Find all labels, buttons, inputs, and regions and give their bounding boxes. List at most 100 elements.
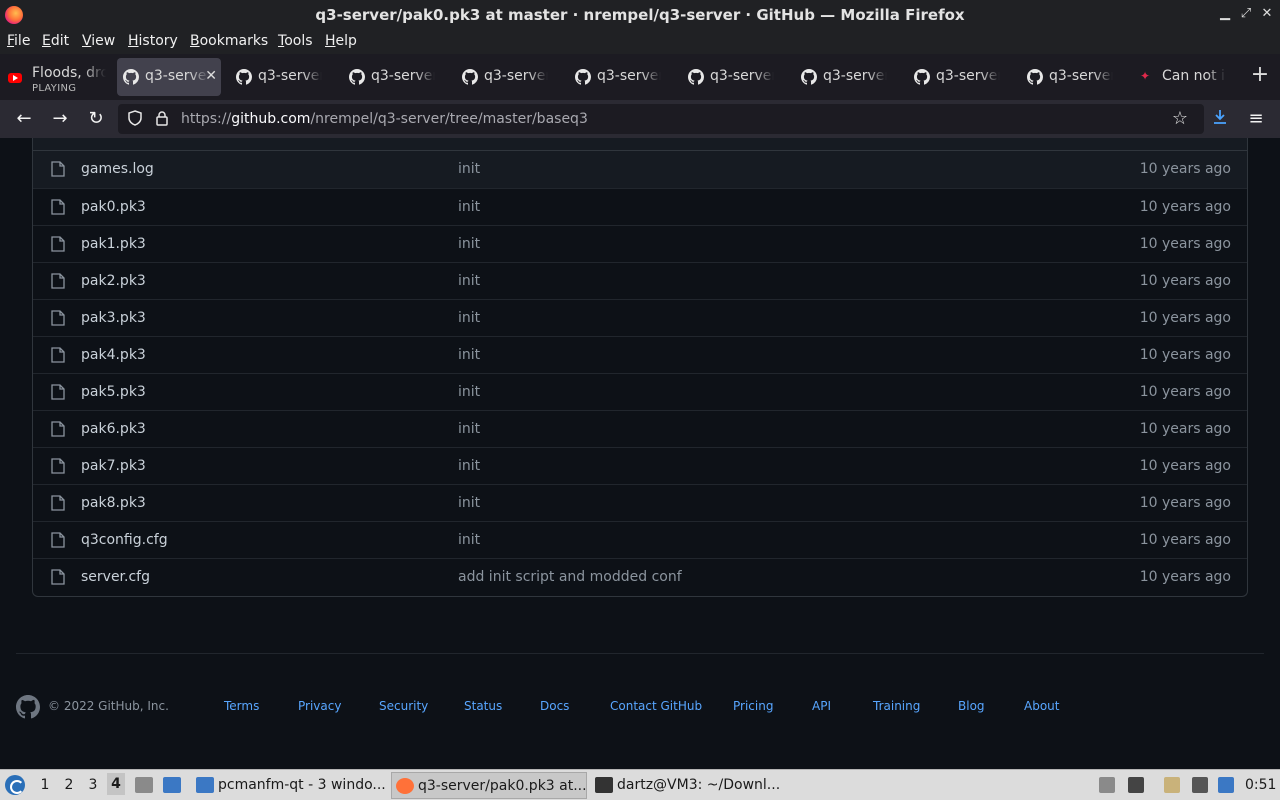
table-row[interactable]: pak5.pk3 init 10 years ago: [33, 373, 1247, 410]
notification-icon[interactable]: [1218, 777, 1234, 793]
file-name-link[interactable]: pak5.pk3: [81, 384, 146, 400]
commit-age: 10 years ago: [1139, 236, 1231, 252]
footer-link-api[interactable]: API: [812, 699, 831, 713]
task-firefox[interactable]: q3-server/pak0.pk3 at...: [391, 772, 587, 799]
footer-link-terms[interactable]: Terms: [224, 699, 259, 713]
workspace-3[interactable]: 3: [84, 777, 102, 793]
new-tab-button[interactable]: +: [1250, 64, 1270, 86]
footer-link-contact-github[interactable]: Contact GitHub: [610, 699, 702, 713]
footer-link-docs[interactable]: Docs: [540, 699, 569, 713]
commit-message-link[interactable]: init: [458, 273, 480, 289]
commit-message-link[interactable]: add init script and modded conf: [458, 569, 682, 585]
desktop-icon[interactable]: [163, 777, 181, 793]
tab-3[interactable]: q3-server/: [343, 58, 451, 96]
table-row[interactable]: server.cfg add init script and modded con…: [33, 558, 1247, 595]
footer-link-privacy[interactable]: Privacy: [298, 699, 341, 713]
table-row[interactable]: pak8.pk3 init 10 years ago: [33, 484, 1247, 521]
tab-9[interactable]: q3-server/: [1021, 58, 1129, 96]
table-row[interactable]: q3config.cfg init 10 years ago: [33, 521, 1247, 558]
file-name-link[interactable]: q3config.cfg: [81, 532, 168, 548]
file-name-link[interactable]: pak2.pk3: [81, 273, 146, 289]
menu-accel-letter: F: [7, 33, 15, 49]
commit-message-link[interactable]: init: [458, 495, 480, 511]
menu-item-view[interactable]: View: [82, 33, 115, 49]
close-tab-icon[interactable]: ✕: [205, 68, 217, 84]
reload-button[interactable]: ↻: [85, 108, 107, 130]
task-file-manager[interactable]: pcmanfm-qt - 3 windo...: [192, 772, 388, 799]
table-row[interactable]: pak6.pk3 init 10 years ago: [33, 410, 1247, 447]
commit-message-link[interactable]: init: [458, 532, 480, 548]
tab-2[interactable]: q3-server/: [230, 58, 338, 96]
menu-item-bookmarks[interactable]: Bookmarks: [190, 33, 268, 49]
hamburger-menu-icon[interactable]: ≡: [1245, 108, 1267, 130]
file-name-link[interactable]: pak6.pk3: [81, 421, 146, 437]
taskbar-clock[interactable]: 0:51: [1245, 777, 1276, 793]
menu-item-edit[interactable]: Edit: [42, 33, 69, 49]
files-tray-icon[interactable]: [1164, 777, 1180, 793]
url-text[interactable]: https://github.com/nrempel/q3-server/tre…: [181, 111, 588, 127]
footer-link-training[interactable]: Training: [873, 699, 920, 713]
tab-5[interactable]: q3-server/: [569, 58, 677, 96]
github-logo-icon[interactable]: [16, 695, 40, 719]
table-row[interactable]: pak3.pk3 init 10 years ago: [33, 299, 1247, 336]
commit-message-link[interactable]: init: [458, 458, 480, 474]
table-row[interactable]: pak1.pk3 init 10 years ago: [33, 225, 1247, 262]
commit-message-link[interactable]: init: [458, 199, 480, 215]
downloads-icon[interactable]: [1209, 108, 1231, 130]
tab-4[interactable]: q3-server/: [456, 58, 564, 96]
shield-icon[interactable]: [126, 110, 144, 128]
menu-item-help[interactable]: Help: [325, 33, 357, 49]
file-name-link[interactable]: pak4.pk3: [81, 347, 146, 363]
clipboard-icon[interactable]: [1099, 777, 1115, 793]
footer-link-about[interactable]: About: [1024, 699, 1059, 713]
footer-link-blog[interactable]: Blog: [958, 699, 985, 713]
network-icon[interactable]: [1192, 777, 1208, 793]
table-row[interactable]: pak0.pk3 init 10 years ago: [33, 188, 1247, 225]
start-menu-icon[interactable]: [5, 775, 25, 795]
table-row[interactable]: games.log init 10 years ago: [33, 151, 1247, 188]
close-window-icon[interactable]: ✕: [1258, 5, 1276, 23]
footer-link-status[interactable]: Status: [464, 699, 502, 713]
tab-6[interactable]: q3-server/: [682, 58, 790, 96]
tab-7[interactable]: q3-server/: [795, 58, 903, 96]
footer-link-security[interactable]: Security: [379, 699, 428, 713]
table-row[interactable]: pak2.pk3 init 10 years ago: [33, 262, 1247, 299]
url-bar[interactable]: https://github.com/nrempel/q3-server/tre…: [118, 104, 1204, 134]
menu-item-tools[interactable]: Tools: [278, 33, 313, 49]
file-name-link[interactable]: pak0.pk3: [81, 199, 146, 215]
workspace-1[interactable]: 1: [36, 777, 54, 793]
commit-message-link[interactable]: init: [458, 421, 480, 437]
tab-0[interactable]: Floods, dro PLAYING: [6, 58, 106, 96]
file-name-link[interactable]: pak7.pk3: [81, 458, 146, 474]
commit-message-link[interactable]: init: [458, 236, 480, 252]
restore-icon[interactable]: ⤢: [1237, 5, 1255, 23]
volume-icon[interactable]: [1128, 777, 1144, 793]
table-row[interactable]: pak7.pk3 init 10 years ago: [33, 447, 1247, 484]
tab-10[interactable]: ✦ Can not in: [1134, 58, 1242, 96]
tab-1[interactable]: q3-serve ✕: [117, 58, 221, 96]
workspace-2[interactable]: 2: [60, 777, 78, 793]
menu-item-file[interactable]: File: [7, 33, 30, 49]
back-button[interactable]: ←: [13, 108, 35, 130]
commit-message-link[interactable]: init: [458, 384, 480, 400]
file-manager-launcher-icon[interactable]: [135, 777, 153, 793]
file-name-link[interactable]: games.log: [81, 161, 154, 177]
commit-message-link[interactable]: init: [458, 310, 480, 326]
github-icon: [123, 69, 139, 85]
table-row[interactable]: pak4.pk3 init 10 years ago: [33, 336, 1247, 373]
lock-icon[interactable]: [153, 110, 171, 128]
footer-link-pricing[interactable]: Pricing: [733, 699, 773, 713]
file-name-link[interactable]: pak3.pk3: [81, 310, 146, 326]
commit-message-link[interactable]: init: [458, 161, 480, 177]
file-name-link[interactable]: pak8.pk3: [81, 495, 146, 511]
forward-button[interactable]: →: [49, 108, 71, 130]
commit-message-link[interactable]: init: [458, 347, 480, 363]
workspace-4[interactable]: 4: [107, 773, 125, 795]
minimize-icon[interactable]: ▁: [1216, 5, 1234, 23]
menu-item-history[interactable]: History: [128, 33, 178, 49]
tab-8[interactable]: q3-server/: [908, 58, 1016, 96]
file-name-link[interactable]: pak1.pk3: [81, 236, 146, 252]
file-name-link[interactable]: server.cfg: [81, 569, 150, 585]
bookmark-star-icon[interactable]: ☆: [1171, 110, 1189, 128]
task-terminal[interactable]: dartz@VM3: ~/Downl...: [591, 772, 787, 799]
